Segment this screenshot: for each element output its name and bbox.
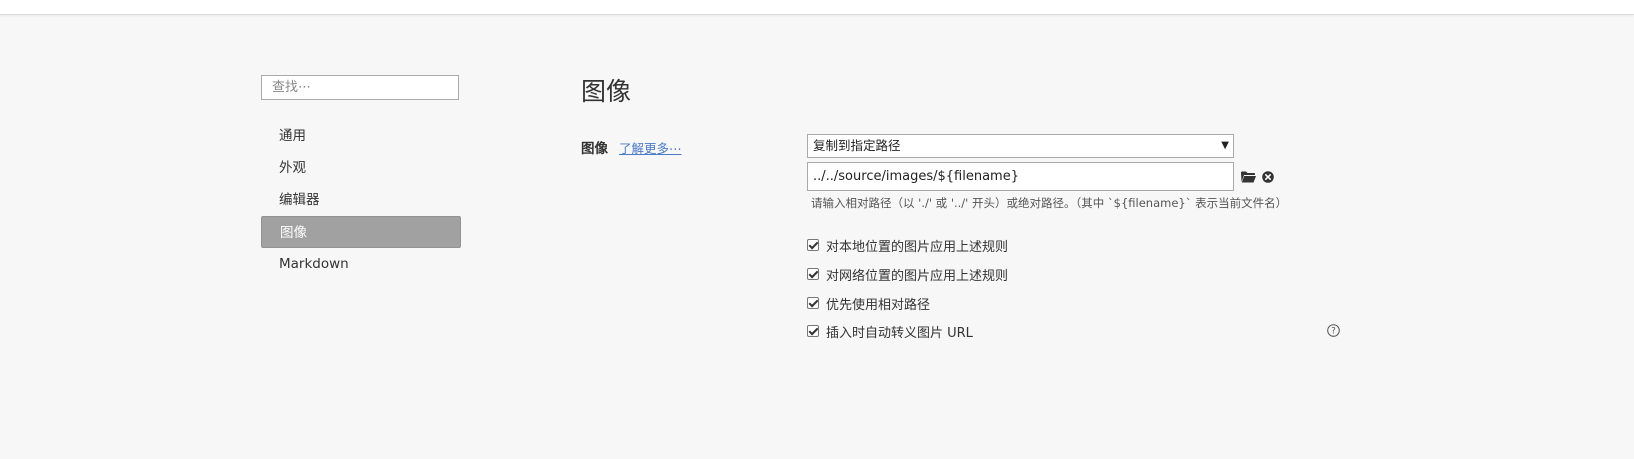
checkbox-label: 插入时自动转义图片 URL	[826, 325, 973, 341]
sidebar-item-markdown[interactable]: Markdown	[261, 248, 461, 280]
window-top-bar	[0, 0, 1634, 15]
image-section-label: 图像	[581, 141, 608, 157]
page-title: 图像	[581, 77, 632, 106]
checkbox-label: 优先使用相对路径	[826, 297, 931, 313]
check-row-local: 对本地位置的图片应用上述规则	[807, 236, 1009, 255]
settings-search-input[interactable]	[261, 75, 459, 100]
checkbox-label: 对网络位置的图片应用上述规则	[826, 268, 1009, 284]
path-hint-text: 请输入相对路径（以 './' 或 '../' 开头）或绝对路径。（其中 `${f…	[811, 196, 1288, 210]
sidebar-item-general[interactable]: 通用	[261, 120, 461, 152]
checkbox-apply-local[interactable]	[807, 239, 819, 251]
check-row-escape-url: 插入时自动转义图片 URL	[807, 322, 973, 341]
checkbox-apply-network[interactable]	[807, 268, 819, 280]
image-path-input[interactable]	[807, 162, 1234, 191]
learn-more-link[interactable]: 了解更多⋯	[619, 138, 682, 157]
sidebar-item-image[interactable]: 图像	[261, 216, 461, 248]
check-row-relative: 优先使用相对路径	[807, 294, 931, 313]
checkbox-prefer-relative[interactable]	[807, 297, 819, 309]
checkbox-escape-url[interactable]	[807, 325, 819, 337]
image-action-select[interactable]: 复制到指定路径 ▼	[807, 134, 1234, 158]
svg-text:?: ?	[1331, 327, 1336, 337]
sidebar-item-appearance[interactable]: 外观	[261, 152, 461, 184]
image-action-select-value: 复制到指定路径	[813, 138, 901, 153]
settings-sidebar: 通用 外观 编辑器 图像 Markdown	[261, 120, 461, 280]
dropdown-arrow-icon: ▼	[1221, 140, 1229, 151]
checkbox-label: 对本地位置的图片应用上述规则	[826, 239, 1009, 255]
check-row-network: 对网络位置的图片应用上述规则	[807, 265, 1009, 284]
folder-icon[interactable]	[1241, 171, 1256, 183]
help-icon[interactable]: ?	[1327, 324, 1340, 337]
close-circle-icon[interactable]	[1262, 171, 1274, 183]
sidebar-item-editor[interactable]: 编辑器	[261, 184, 461, 216]
